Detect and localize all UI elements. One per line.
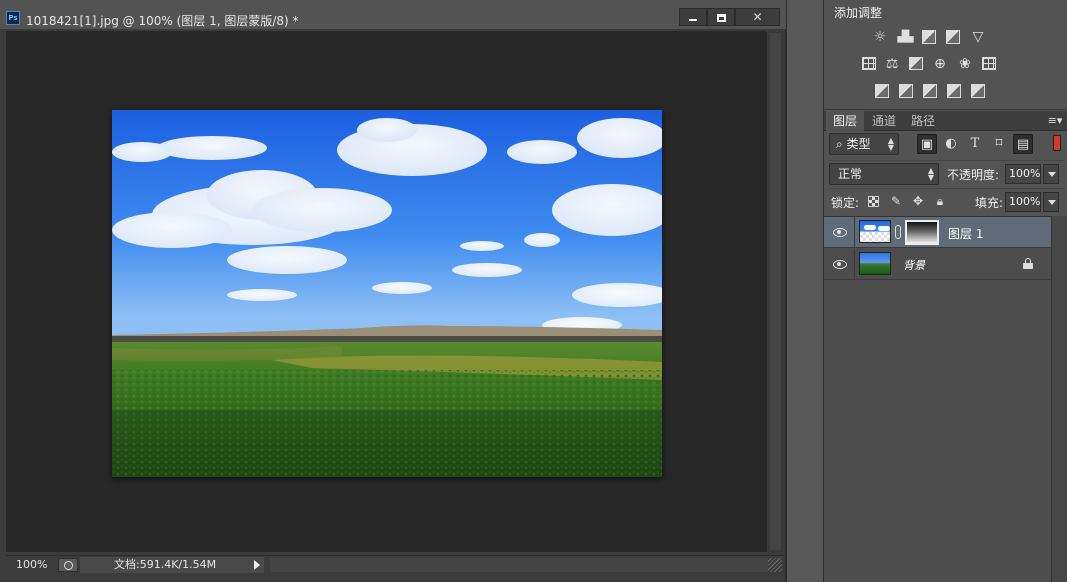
visibility-eye-icon[interactable]	[832, 257, 848, 271]
close-button[interactable]: ✕	[735, 8, 780, 26]
layer-row-background[interactable]: 背景	[824, 249, 1051, 280]
lock-position-icon[interactable]: ✥	[911, 194, 925, 208]
color-balance-icon[interactable]: ⚖	[884, 56, 900, 72]
opacity-label: 不透明度:	[947, 168, 1000, 182]
panel-dock-strip	[786, 0, 824, 582]
layer-filter-row: ⌕ 类型 ▲ ▼ ▣ ◐ T ⌑ ▤	[829, 133, 1065, 157]
tab-layers[interactable]: 图层	[826, 111, 864, 131]
layer-mask-thumbnail[interactable]	[905, 220, 939, 245]
fill-input[interactable]: 100%	[1005, 192, 1041, 212]
row-divider	[854, 249, 855, 280]
right-panels: 添加调整 ☼ ▟▙ ▽ ⚖ ⊕ ❀ 图层 通道 路径 ≡▾ ⌕ 类型 ▲▼ ▣	[824, 0, 1067, 582]
adjustments-title: 添加调整	[834, 6, 883, 20]
layers-panel: 图层 通道 路径 ≡▾ ⌕ 类型 ▲ ▼ ▣ ◐ T ⌑ ▤ 正常 ▲ ▼ 不透明度…	[824, 111, 1067, 582]
layers-tab-bar: 图层 通道 路径 ≡▾	[824, 111, 1067, 131]
tab-paths[interactable]: 路径	[904, 111, 942, 131]
filter-adjustment-layers-icon[interactable]: ◐	[941, 134, 961, 154]
blend-mode-select[interactable]: 正常 ▲ ▼	[829, 163, 939, 185]
filter-pixel-layers-icon[interactable]: ▣	[917, 134, 937, 154]
panel-menu-icon[interactable]: ≡▾	[1046, 114, 1064, 128]
lock-image-pixels-icon[interactable]: ✎	[889, 194, 903, 208]
document-size[interactable]: 文档:591.4K/1.54M	[80, 557, 250, 573]
minimize-icon	[689, 18, 697, 21]
lock-all-icon[interactable]: 🔒︎	[933, 194, 947, 208]
layers-list: 图层 1 背景	[824, 216, 1051, 582]
opacity-dropdown-arrow-icon[interactable]	[1043, 164, 1059, 184]
filter-toggle-switch[interactable]	[1053, 135, 1061, 151]
adjustments-panel: 添加调整 ☼ ▟▙ ▽ ⚖ ⊕ ❀	[824, 0, 1067, 110]
lock-fill-row: 锁定: ✎ ✥ 🔒︎ 填充: 100%	[829, 188, 1065, 212]
invert-icon[interactable]	[875, 84, 889, 98]
canvas-area[interactable]	[6, 31, 766, 552]
document-image[interactable]	[112, 110, 662, 477]
gradient-map-icon[interactable]	[971, 84, 985, 98]
maximize-button[interactable]	[707, 8, 735, 26]
layers-panel-scrollbar[interactable]	[1051, 216, 1067, 582]
layer-lock-icon[interactable]	[1023, 258, 1033, 269]
channel-mixer-icon[interactable]: ❀	[957, 56, 973, 72]
landscape-photo	[112, 110, 662, 477]
photoshop-logo-icon: Ps	[6, 11, 20, 25]
layer-row-layer1[interactable]: 图层 1	[824, 217, 1051, 248]
horizontal-scrollbar[interactable]	[270, 558, 770, 572]
fill-label: 填充:	[975, 196, 1004, 210]
visibility-eye-icon[interactable]	[832, 225, 848, 239]
select-arrows-icon: ▲ ▼	[887, 136, 894, 152]
document-title-bar[interactable]: Ps 1018421[1].jpg @ 100% (图层 1, 图层蒙版/8) …	[0, 0, 786, 30]
filter-shape-layers-icon[interactable]: ⌑	[989, 134, 1009, 154]
status-info-icon[interactable]	[58, 558, 78, 572]
row-divider	[854, 217, 855, 248]
maximize-icon	[716, 13, 726, 22]
status-bar: 100% 文档:591.4K/1.54M	[6, 555, 784, 573]
vertical-scroll-thumb[interactable]	[770, 33, 781, 550]
fill-dropdown-arrow-icon[interactable]	[1043, 192, 1059, 212]
filter-type-layers-icon[interactable]: T	[965, 134, 985, 154]
lock-transparent-pixels-icon[interactable]	[868, 196, 879, 207]
filter-smart-objects-icon[interactable]: ▤	[1013, 134, 1033, 154]
posterize-icon[interactable]	[899, 84, 913, 98]
levels-icon[interactable]: ▟▙	[897, 29, 914, 45]
document-title: 1018421[1].jpg @ 100% (图层 1, 图层蒙版/8) *	[26, 14, 299, 28]
layer-thumbnail[interactable]	[859, 252, 891, 275]
hue-saturation-icon[interactable]	[862, 57, 876, 70]
brightness-contrast-icon[interactable]: ☼	[872, 29, 888, 45]
vertical-scrollbar[interactable]	[766, 31, 784, 552]
resize-grip[interactable]	[768, 558, 782, 572]
document-window: Ps 1018421[1].jpg @ 100% (图层 1, 图层蒙版/8) …	[0, 0, 786, 582]
black-white-icon[interactable]	[909, 57, 923, 70]
photo-filter-icon[interactable]: ⊕	[932, 56, 948, 72]
layer-name[interactable]: 图层 1	[948, 225, 983, 242]
blend-opacity-row: 正常 ▲ ▼ 不透明度: 100%	[829, 160, 1065, 185]
minimize-button[interactable]	[679, 8, 707, 26]
mask-link-icon[interactable]	[895, 225, 901, 239]
color-lookup-icon[interactable]	[982, 57, 996, 70]
selective-color-icon[interactable]	[947, 84, 961, 98]
layer-thumbnail[interactable]	[859, 220, 891, 243]
search-icon: ⌕	[836, 137, 847, 151]
zoom-level[interactable]: 100%	[16, 558, 47, 571]
layer-name[interactable]: 背景	[903, 257, 925, 273]
tab-channels[interactable]: 通道	[865, 111, 903, 131]
opacity-input[interactable]: 100%	[1005, 164, 1041, 184]
filter-kind-label: 类型	[846, 137, 871, 151]
threshold-icon[interactable]	[923, 84, 937, 98]
vibrance-icon[interactable]: ▽	[970, 29, 986, 45]
status-menu-arrow-icon[interactable]	[250, 557, 264, 573]
select-arrows-icon: ▲ ▼	[927, 166, 934, 182]
blend-mode-value: 正常	[838, 167, 863, 181]
curves-icon[interactable]	[922, 30, 936, 44]
layer-filter-kind-select[interactable]: ⌕ 类型 ▲ ▼	[829, 133, 899, 155]
close-icon: ✕	[752, 10, 763, 24]
exposure-icon[interactable]	[946, 30, 960, 44]
lock-label: 锁定:	[831, 196, 860, 210]
